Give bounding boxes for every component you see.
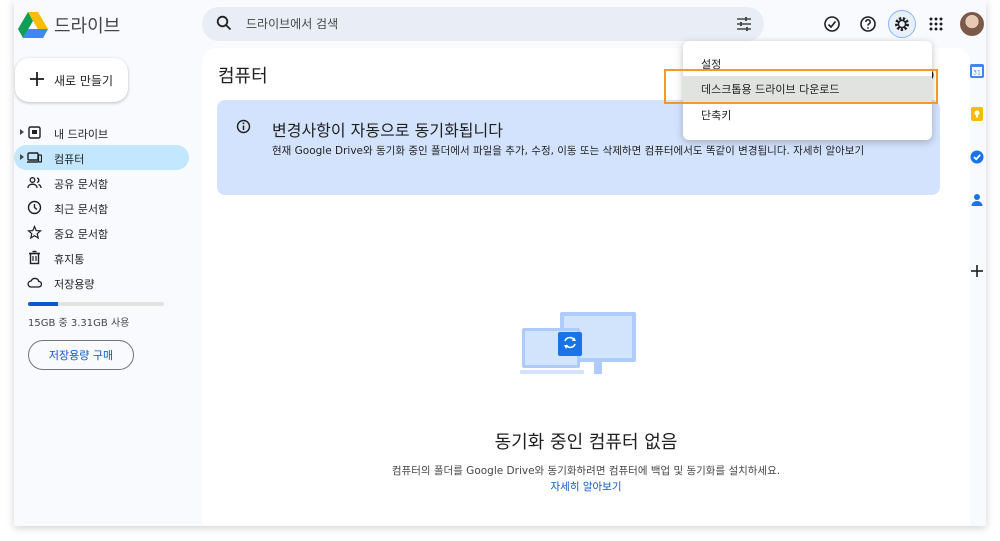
sidebar-item-storage[interactable]: 저장용량 xyxy=(14,270,189,295)
app-title[interactable]: 드라이브 xyxy=(54,12,120,38)
check-circle-icon xyxy=(824,16,840,32)
sidebar-item-my-drive[interactable]: 내 드라이브 xyxy=(14,120,189,145)
page-title: 컴퓨터 xyxy=(218,66,268,87)
highlight-annotation xyxy=(664,69,938,104)
sidebar-nav: 내 드라이브 컴퓨터 공유 문서함 최근 문서함 중요 문서함 휴지통 저장용량 xyxy=(14,120,189,295)
search-options-icon[interactable] xyxy=(736,16,752,32)
help-button[interactable] xyxy=(854,10,882,38)
help-icon xyxy=(860,16,876,32)
sidebar-item-recent[interactable]: 최근 문서함 xyxy=(14,195,189,220)
offline-ready-button[interactable] xyxy=(818,10,846,38)
search-icon[interactable] xyxy=(216,15,232,31)
people-icon xyxy=(27,177,42,189)
storage-usage-text: 15GB 중 3.31GB 사용 xyxy=(28,318,130,329)
banner-body: 현재 Google Drive와 동기화 중인 폴더에서 파일을 추가, 수정,… xyxy=(272,145,865,157)
calendar-icon[interactable]: 31 xyxy=(969,63,985,79)
learn-more-link[interactable]: 자세히 알아보기 xyxy=(202,479,970,494)
sidebar-item-shared[interactable]: 공유 문서함 xyxy=(14,170,189,195)
sidebar-item-computers[interactable]: 컴퓨터 xyxy=(14,145,189,170)
buy-storage-button[interactable]: 저장용량 구매 xyxy=(28,340,134,370)
menu-item-shortcuts[interactable]: 단축키 xyxy=(683,102,932,128)
expand-arrow-icon[interactable] xyxy=(20,154,24,160)
drive-window: 드라이브 드라이브에서 검색 새로 만들기 내 드라이브 컴퓨터 공유 문서함 … xyxy=(14,0,986,526)
new-button[interactable]: 새로 만들기 xyxy=(15,58,128,102)
empty-state-description: 컴퓨터의 폴더를 Google Drive와 동기화하려면 컴퓨터에 백업 및 … xyxy=(391,465,781,477)
expand-arrow-icon[interactable] xyxy=(20,129,24,135)
apps-grid-icon xyxy=(929,17,943,31)
sidebar-item-label: 휴지통 xyxy=(54,253,85,266)
storage-usage-bar xyxy=(28,302,164,306)
contacts-icon[interactable] xyxy=(969,192,985,208)
sidebar-item-label: 저장용량 xyxy=(54,278,95,291)
gear-icon xyxy=(895,17,909,31)
keep-icon[interactable] xyxy=(969,106,985,122)
svg-text:31: 31 xyxy=(973,70,981,77)
tasks-icon[interactable] xyxy=(969,149,985,165)
clock-icon xyxy=(27,200,42,215)
cloud-icon xyxy=(27,277,42,288)
plus-icon xyxy=(30,72,44,86)
trash-icon xyxy=(29,250,40,265)
star-icon xyxy=(27,225,42,240)
storage-usage-fill xyxy=(28,302,58,306)
sidebar-item-starred[interactable]: 중요 문서함 xyxy=(14,220,189,245)
sidebar-item-label: 공유 문서함 xyxy=(54,178,109,191)
sidebar-item-trash[interactable]: 휴지통 xyxy=(14,245,189,270)
info-icon xyxy=(236,119,251,134)
banner-title: 변경사항이 자동으로 동기화됩니다 xyxy=(272,121,503,140)
sidebar-item-label: 중요 문서함 xyxy=(54,228,109,241)
my-drive-icon xyxy=(28,126,41,139)
search-bar[interactable] xyxy=(202,7,764,41)
computer-icon xyxy=(27,152,42,163)
apps-button[interactable] xyxy=(922,10,950,38)
add-addon-icon[interactable] xyxy=(969,263,985,279)
empty-state-title: 동기화 중인 컴퓨터 없음 xyxy=(494,432,678,453)
sidebar-item-label: 최근 문서함 xyxy=(54,203,109,216)
account-avatar[interactable] xyxy=(960,12,984,36)
settings-button[interactable] xyxy=(888,10,916,38)
sidebar-item-label: 내 드라이브 xyxy=(54,128,109,141)
new-button-label: 새로 만들기 xyxy=(54,74,114,88)
sidebar-item-label: 컴퓨터 xyxy=(54,153,85,166)
search-input[interactable] xyxy=(246,7,716,41)
drive-logo-icon[interactable] xyxy=(18,12,48,38)
computers-illustration xyxy=(520,312,636,374)
